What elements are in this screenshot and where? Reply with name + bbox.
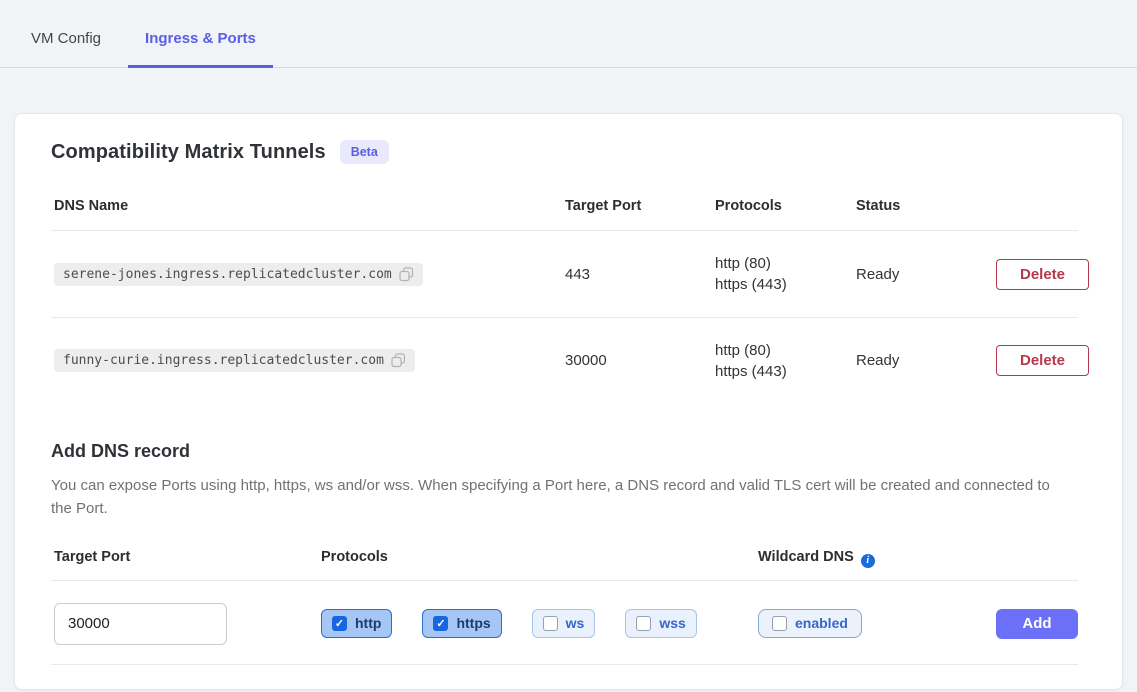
delete-button[interactable]: Delete: [996, 259, 1089, 290]
target-port-value: 30000: [565, 352, 715, 369]
checkbox-label: http: [355, 616, 381, 631]
protocol-checkbox-wss[interactable]: wss: [625, 609, 696, 638]
status-value: Ready: [856, 266, 996, 283]
target-port-input[interactable]: [54, 603, 227, 645]
dns-name-value: funny-curie.ingress.replicatedcluster.co…: [63, 353, 384, 368]
dns-name-pill: serene-jones.ingress.replicatedcluster.c…: [54, 263, 423, 286]
protocol-line: https (443): [715, 274, 856, 295]
checkbox: [636, 616, 651, 631]
col-header-dns-name: DNS Name: [54, 198, 565, 214]
protocol-checkbox-https[interactable]: https: [422, 609, 501, 638]
checkbox: [543, 616, 558, 631]
card-title-row: Compatibility Matrix Tunnels Beta: [51, 140, 1078, 164]
col-header-target-port: Target Port: [565, 198, 715, 214]
label-protocols: Protocols: [321, 549, 388, 565]
tunnels-card: Compatibility Matrix Tunnels Beta DNS Na…: [14, 113, 1123, 690]
target-port-value: 443: [565, 266, 715, 283]
table-row: serene-jones.ingress.replicatedcluster.c…: [51, 231, 1078, 317]
col-header-protocols: Protocols: [715, 198, 856, 214]
checkbox: [433, 616, 448, 631]
label-target-port: Target Port: [54, 549, 130, 565]
protocol-checkbox-ws[interactable]: ws: [532, 609, 596, 638]
checkbox-label: https: [456, 616, 490, 631]
copy-icon[interactable]: [399, 267, 414, 282]
add-dns-record-description: You can expose Ports using http, https, …: [51, 474, 1061, 520]
checkbox: [772, 616, 787, 631]
form-labels-row: Target Port Protocols Wildcard DNS: [51, 548, 1078, 568]
protocol-line: https (443): [715, 361, 856, 382]
divider: [51, 580, 1078, 581]
table-header: DNS Name Target Port Protocols Status: [51, 194, 1078, 231]
status-value: Ready: [856, 352, 996, 369]
protocol-line: http (80): [715, 253, 856, 274]
add-dns-form-row: http https ws wss enabled Add: [51, 603, 1078, 645]
page-title: Compatibility Matrix Tunnels: [51, 141, 326, 164]
info-icon[interactable]: [861, 554, 875, 568]
checkbox: [332, 616, 347, 631]
tab-vm-config[interactable]: VM Config: [14, 0, 118, 67]
add-dns-record-title: Add DNS record: [51, 441, 1078, 462]
checkbox-label: ws: [566, 616, 585, 631]
checkbox-label: wss: [659, 616, 685, 631]
beta-badge: Beta: [340, 140, 389, 164]
wildcard-dns-checkbox[interactable]: enabled: [758, 609, 862, 638]
col-header-status: Status: [856, 198, 996, 214]
checkbox-label: enabled: [795, 616, 848, 631]
tab-bar: VM Config Ingress & Ports: [0, 0, 1137, 68]
delete-button[interactable]: Delete: [996, 345, 1089, 376]
copy-icon[interactable]: [391, 353, 406, 368]
add-button[interactable]: Add: [996, 609, 1078, 639]
table-row: funny-curie.ingress.replicatedcluster.co…: [51, 317, 1078, 403]
dns-name-value: serene-jones.ingress.replicatedcluster.c…: [63, 267, 392, 282]
tab-ingress-ports[interactable]: Ingress & Ports: [128, 0, 273, 68]
divider: [51, 664, 1078, 665]
dns-name-pill: funny-curie.ingress.replicatedcluster.co…: [54, 349, 415, 372]
protocol-checkbox-http[interactable]: http: [321, 609, 392, 638]
protocol-line: http (80): [715, 340, 856, 361]
label-wildcard-dns: Wildcard DNS: [758, 549, 854, 565]
